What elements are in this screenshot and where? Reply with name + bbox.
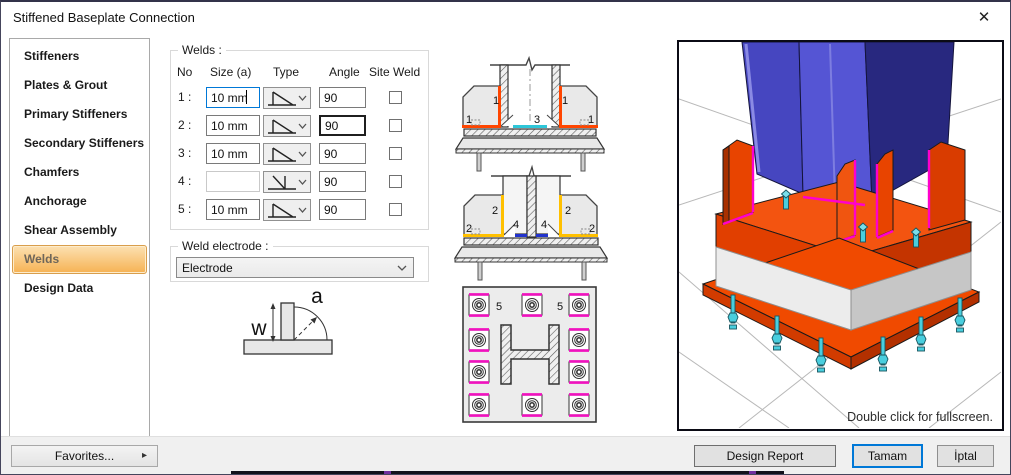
chevron-down-icon bbox=[298, 151, 307, 157]
weld-label: 1 bbox=[588, 114, 594, 126]
weld-label: 2 bbox=[589, 223, 595, 235]
electrode-select[interactable]: Electrode bbox=[176, 257, 414, 278]
weld-type-select-2[interactable] bbox=[263, 115, 311, 137]
sidebar-item-anchorage[interactable]: Anchorage bbox=[12, 187, 147, 216]
chevron-down-icon bbox=[298, 207, 307, 213]
size-input-4[interactable] bbox=[206, 171, 260, 192]
sidebar-item-stiffeners[interactable]: Stiffeners bbox=[12, 42, 147, 71]
row-label: 5 : bbox=[178, 202, 192, 216]
favorites-label: Favorites... bbox=[54, 449, 115, 463]
side-view-drawing: 2 2 2 2 4 4 bbox=[453, 164, 609, 281]
model-3d bbox=[678, 41, 1002, 429]
sidebar-item-welds[interactable]: Welds bbox=[12, 245, 147, 274]
angle-input-3[interactable] bbox=[319, 143, 366, 164]
background-artifact bbox=[749, 471, 756, 474]
weld-label: 5 bbox=[496, 301, 502, 313]
text-cursor bbox=[246, 90, 247, 104]
dialog-stiffened-baseplate-connection: Stiffened Baseplate Connection ✕ Stiffen… bbox=[0, 0, 1011, 475]
row-label: 1 : bbox=[178, 90, 192, 104]
weld-type-symbol bbox=[268, 203, 296, 218]
cancel-button[interactable]: İptal bbox=[937, 445, 994, 467]
background-artifact bbox=[231, 471, 784, 474]
background-artifact bbox=[384, 471, 391, 474]
weld-label: 4 bbox=[541, 219, 547, 231]
col-header-type: Type bbox=[273, 65, 300, 79]
close-icon[interactable]: ✕ bbox=[974, 8, 994, 26]
front-view-drawing: 1 1 1 1 3 bbox=[454, 55, 606, 172]
viewport-3d[interactable]: Double click for fullscreen. bbox=[677, 40, 1004, 431]
weld-label: 2 bbox=[466, 223, 472, 235]
size-input-2[interactable] bbox=[206, 115, 260, 136]
sidebar-item-secondary-stiffeners[interactable]: Secondary Stiffeners bbox=[12, 129, 147, 158]
weld-type-select-5[interactable] bbox=[263, 199, 311, 221]
favorites-button[interactable]: Favorites... ▸ bbox=[11, 445, 158, 467]
site-weld-checkbox-4[interactable] bbox=[389, 175, 402, 188]
size-input-1[interactable] bbox=[206, 87, 260, 108]
weld-type-select-3[interactable] bbox=[263, 143, 311, 165]
weld-size-diagram: w a bbox=[243, 285, 333, 355]
weld-label: 1 bbox=[562, 95, 568, 107]
weld-type-symbol bbox=[268, 147, 296, 162]
weld-type-select-1[interactable] bbox=[263, 87, 311, 109]
ok-button[interactable]: Tamam bbox=[852, 444, 923, 468]
flyout-arrow-icon: ▸ bbox=[141, 450, 147, 461]
weld-type-symbol bbox=[268, 175, 296, 190]
sidebar-item-design-data[interactable]: Design Data bbox=[12, 274, 147, 303]
angle-input-1[interactable] bbox=[319, 87, 366, 108]
col-header-no: No bbox=[177, 65, 193, 79]
sidebar-item-primary-stiffeners[interactable]: Primary Stiffeners bbox=[12, 100, 147, 129]
weld-label: 1 bbox=[466, 114, 472, 126]
weld-label: 5 bbox=[557, 301, 563, 313]
site-weld-checkbox-2[interactable] bbox=[389, 119, 402, 132]
weld-type-symbol bbox=[268, 119, 296, 134]
window-title: Stiffened Baseplate Connection bbox=[13, 10, 195, 25]
weld-label: 2 bbox=[492, 205, 498, 217]
sidebar: Stiffeners Plates & Grout Primary Stiffe… bbox=[9, 38, 150, 439]
sidebar-item-plates-grout[interactable]: Plates & Grout bbox=[12, 71, 147, 100]
plan-view-drawing: 5 5 bbox=[462, 286, 597, 423]
angle-input-5[interactable] bbox=[319, 199, 366, 220]
weld-electrode-legend: Weld electrode : bbox=[178, 239, 273, 253]
weld-label: 3 bbox=[534, 114, 540, 126]
weld-label: 4 bbox=[513, 219, 519, 231]
weld-type-select-4[interactable] bbox=[263, 171, 311, 193]
angle-input-4[interactable] bbox=[319, 171, 366, 192]
footer-bar: Favorites... ▸ Design Report Tamam İptal bbox=[1, 436, 1010, 474]
sidebar-item-chamfers[interactable]: Chamfers bbox=[12, 158, 147, 187]
col-header-site-weld: Site Weld bbox=[369, 65, 421, 79]
weld-label: 1 bbox=[493, 95, 499, 107]
col-header-angle: Angle bbox=[329, 65, 360, 79]
row-label: 2 : bbox=[178, 118, 192, 132]
sidebar-item-shear-assembly[interactable]: Shear Assembly bbox=[12, 216, 147, 245]
size-input-3[interactable] bbox=[206, 143, 260, 164]
site-weld-checkbox-1[interactable] bbox=[389, 91, 402, 104]
a-label: a bbox=[311, 285, 323, 308]
design-report-button[interactable]: Design Report bbox=[694, 445, 836, 467]
welds-group-legend: Welds : bbox=[178, 43, 226, 57]
chevron-down-icon bbox=[298, 179, 307, 185]
electrode-value: Electrode bbox=[182, 260, 233, 275]
row-label: 3 : bbox=[178, 146, 192, 160]
fullscreen-hint: Double click for fullscreen. bbox=[847, 410, 993, 424]
site-weld-checkbox-5[interactable] bbox=[389, 203, 402, 216]
size-input-5[interactable] bbox=[206, 199, 260, 220]
w-label: w bbox=[250, 317, 267, 340]
chevron-down-icon bbox=[298, 123, 307, 129]
row-label: 4 : bbox=[178, 174, 192, 188]
chevron-down-icon bbox=[298, 95, 307, 101]
col-header-size: Size (a) bbox=[210, 65, 252, 79]
weld-type-symbol bbox=[268, 91, 296, 106]
title-bar: Stiffened Baseplate Connection ✕ bbox=[1, 2, 1010, 34]
chevron-down-icon bbox=[397, 265, 407, 271]
angle-input-2[interactable] bbox=[319, 115, 366, 136]
weld-label: 2 bbox=[565, 205, 571, 217]
site-weld-checkbox-3[interactable] bbox=[389, 147, 402, 160]
